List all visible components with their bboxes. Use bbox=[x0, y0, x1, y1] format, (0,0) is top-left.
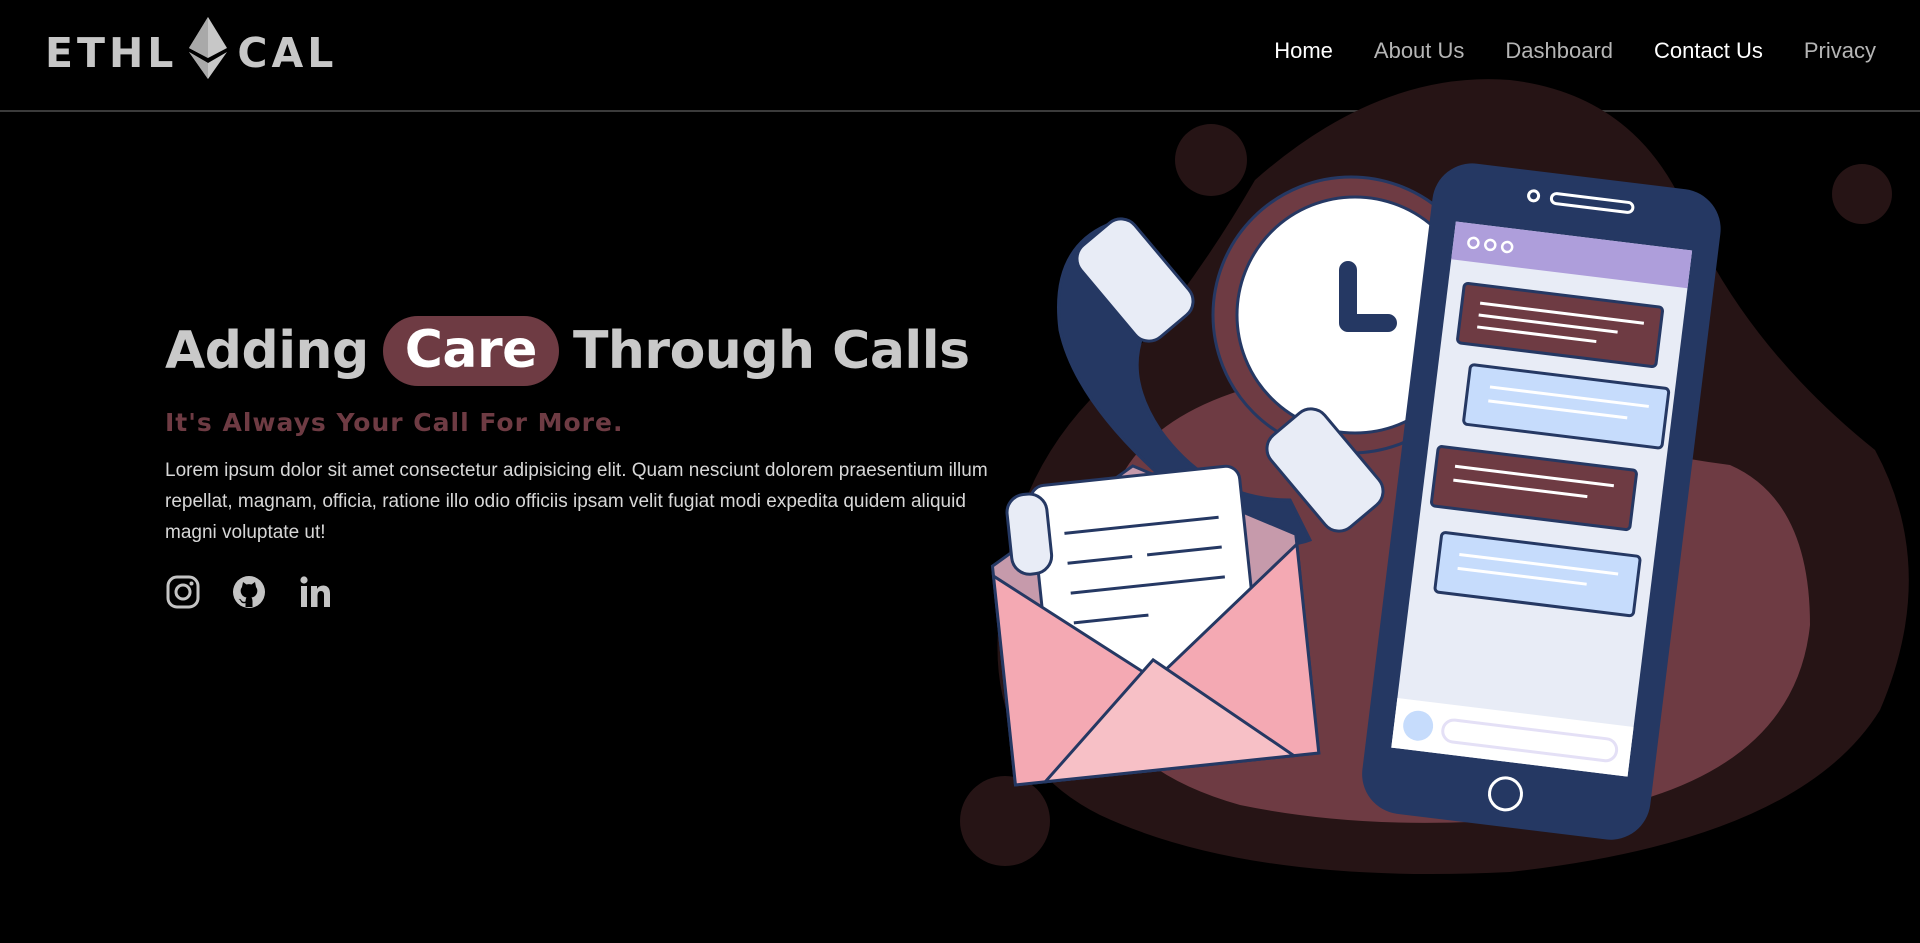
nav-home-link[interactable]: Home bbox=[1274, 38, 1333, 64]
landing-page: ETHL CAL Home About Us Dashboard Contact… bbox=[0, 0, 1920, 943]
illustration-bubble-3 bbox=[960, 776, 1050, 866]
nav-contact-link[interactable]: Contact Us bbox=[1654, 38, 1763, 64]
headline-post: Through Calls bbox=[572, 321, 970, 381]
illustration-bubble-2 bbox=[1832, 164, 1892, 224]
headline-highlight-pill: Care bbox=[382, 316, 559, 386]
site-logo[interactable]: ETHL CAL bbox=[45, 17, 338, 84]
logo-text-left: ETHL bbox=[45, 29, 178, 77]
nav-privacy-link[interactable]: Privacy bbox=[1804, 38, 1876, 64]
social-links bbox=[165, 574, 1025, 610]
hero-description: Lorem ipsum dolor sit amet consectetur a… bbox=[165, 460, 988, 543]
github-icon[interactable] bbox=[231, 574, 267, 610]
main-nav: Home About Us Dashboard Contact Us Priva… bbox=[1274, 38, 1876, 64]
logo-text-right: CAL bbox=[237, 29, 338, 77]
nav-about-link[interactable]: About Us bbox=[1374, 38, 1465, 64]
hero-tagline: It's Always Your Call For More. bbox=[165, 408, 624, 437]
hero-section: Adding Care Through Calls It's Always Yo… bbox=[165, 316, 1025, 610]
illustration-bubble-1 bbox=[1175, 124, 1247, 196]
linkedin-icon[interactable] bbox=[297, 574, 333, 610]
instagram-icon[interactable] bbox=[165, 574, 201, 610]
nav-dashboard-link[interactable]: Dashboard bbox=[1505, 38, 1613, 64]
hero-headline: Adding Care Through Calls bbox=[165, 316, 1025, 386]
hero-illustration bbox=[950, 70, 1920, 900]
headline-pre: Adding bbox=[165, 321, 369, 381]
ethereum-icon bbox=[189, 17, 228, 89]
